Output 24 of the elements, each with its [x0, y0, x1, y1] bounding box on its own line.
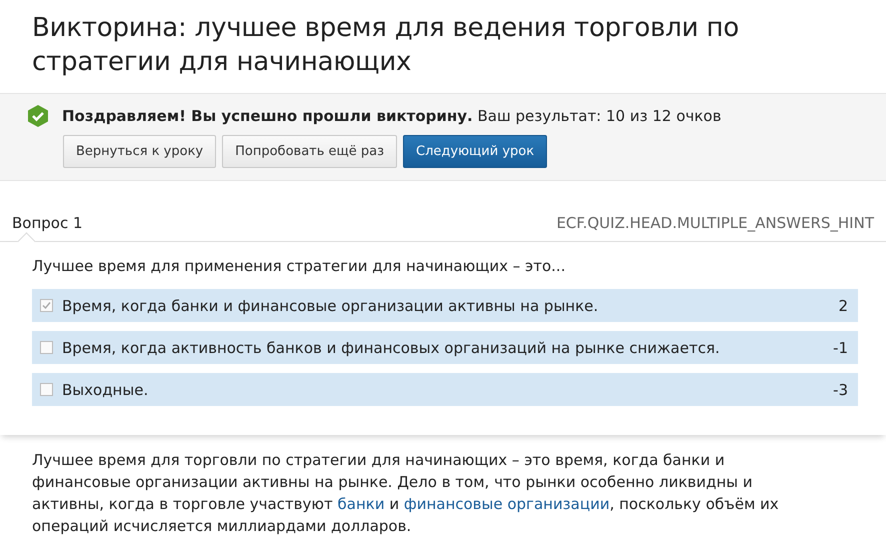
next-lesson-button[interactable]: Следующий урок	[403, 135, 548, 168]
secondary-button[interactable]: Попробовать ещё раз	[222, 135, 398, 168]
answer-text: Время, когда банки и финансовые организации активны на рынке.	[62, 296, 600, 314]
page-title: Викторина: лучшее время для ведения торговли по стратегии для начинающих	[31, 12, 740, 79]
answer-points: -3	[833, 380, 848, 398]
answer-text: Выходные.	[62, 380, 150, 398]
text-link[interactable]: финансовые организации	[404, 495, 610, 513]
answer-option[interactable]: Выходные. -3	[32, 373, 858, 406]
answer-points: 2	[838, 296, 848, 314]
text-link[interactable]: банки	[338, 495, 385, 513]
question-number: Вопрос 1	[12, 214, 83, 232]
checkbox[interactable]	[40, 341, 53, 354]
answer-text: Время, когда активность банков и финансовых организаций на рынке снижается.	[62, 338, 721, 356]
explanation-text: Лучшее время для торговли по стратегии для начинающих – это время, когда банки и финансовые организации активны на рынке. Дело в том, что рынки особенно ликвидны и активны, когда в торговле участвуют банки и финансовые организации, поскольку объём их операций исчисляется миллиардами долларов.	[32, 450, 780, 537]
answer-points: -1	[833, 338, 848, 356]
result-message: Поздравляем! Вы успешно прошли викторину. Ваш результат: 10 из 12 очков	[62, 107, 722, 125]
checkbox[interactable]	[40, 299, 53, 312]
answer-hint: ECF.QUIZ.HEAD.MULTIPLE_ANSWERS_HINT	[556, 214, 874, 232]
checkbox[interactable]	[40, 383, 53, 396]
check-badge-icon	[26, 104, 50, 128]
secondary-button[interactable]: Вернуться к уроку	[63, 135, 216, 168]
answer-option[interactable]: Время, когда банки и финансовые организации активны на рынке. 2	[32, 289, 858, 322]
answer-option[interactable]: Время, когда активность банков и финансовых организаций на рынке снижается. -1	[32, 331, 858, 364]
question-text: Лучшее время для применения стратегии для начинающих – это...	[32, 257, 566, 275]
